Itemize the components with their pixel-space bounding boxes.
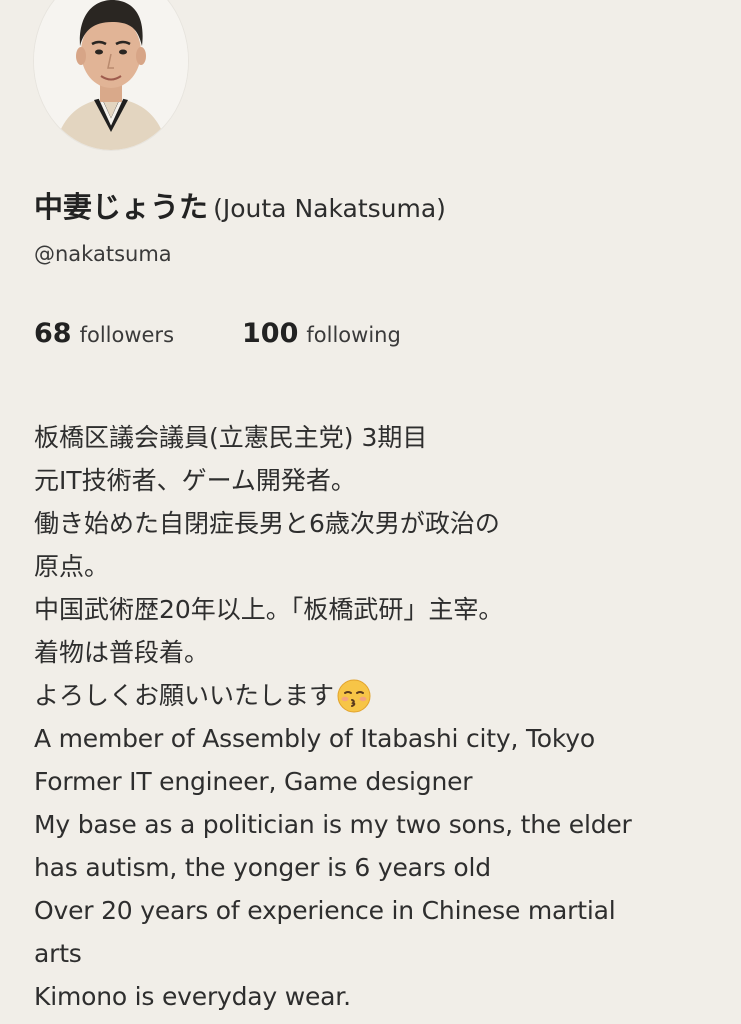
bio-line: 中国武術歴20年以上。「板橋武研」主宰。 — [34, 595, 504, 624]
bio-line: Over 20 years of experience in Chinese m… — [34, 896, 616, 925]
username-handle: @nakatsuma — [34, 242, 172, 266]
following-count: 100 — [242, 318, 299, 349]
bio-line: 原点。 — [34, 552, 110, 581]
profile-name: 中妻じょうた (Jouta Nakatsuma) — [34, 184, 446, 226]
bio-line: My base as a politician is my two sons, … — [34, 810, 632, 839]
bio-line: 着物は普段着。 — [34, 638, 210, 667]
bio-line: Kimono is everyday wear. — [34, 982, 351, 1011]
bio-line: has autism, the yonger is 6 years old — [34, 853, 491, 882]
bio-line: 板橋区議会議員(立憲民主党) 3期目 — [34, 423, 428, 452]
follow-stats: 68 followers 100 following — [34, 318, 401, 349]
profile-photo — [34, 0, 188, 150]
followers-link[interactable]: 68 followers — [34, 318, 174, 349]
followers-label: followers — [79, 323, 175, 347]
bio-line: Former IT engineer, Game designer — [34, 767, 473, 796]
bio-line: arts — [34, 939, 82, 968]
bio-line: A member of Assembly of Itabashi city, T… — [34, 724, 595, 753]
kissing-face-emoji-icon — [337, 679, 371, 712]
following-link[interactable]: 100 following — [242, 318, 401, 349]
profile-bio: 板橋区議会議員(立憲民主党) 3期目 元IT技術者、ゲーム開発者。 働き始めた自… — [34, 416, 724, 1018]
following-label: following — [306, 323, 401, 347]
bio-line-with-emoji: よろしくお願いいたします — [34, 674, 724, 717]
display-name-japanese: 中妻じょうた — [34, 190, 209, 224]
display-name-english: (Jouta Nakatsuma) — [213, 194, 446, 223]
bio-line: 元IT技術者、ゲーム開発者。 — [34, 466, 356, 495]
avatar[interactable] — [34, 0, 188, 150]
followers-count: 68 — [34, 318, 72, 349]
bio-line: 働き始めた自閉症長男と6歳次男が政治の — [34, 509, 500, 538]
bio-line-text: よろしくお願いいたします — [34, 681, 335, 710]
